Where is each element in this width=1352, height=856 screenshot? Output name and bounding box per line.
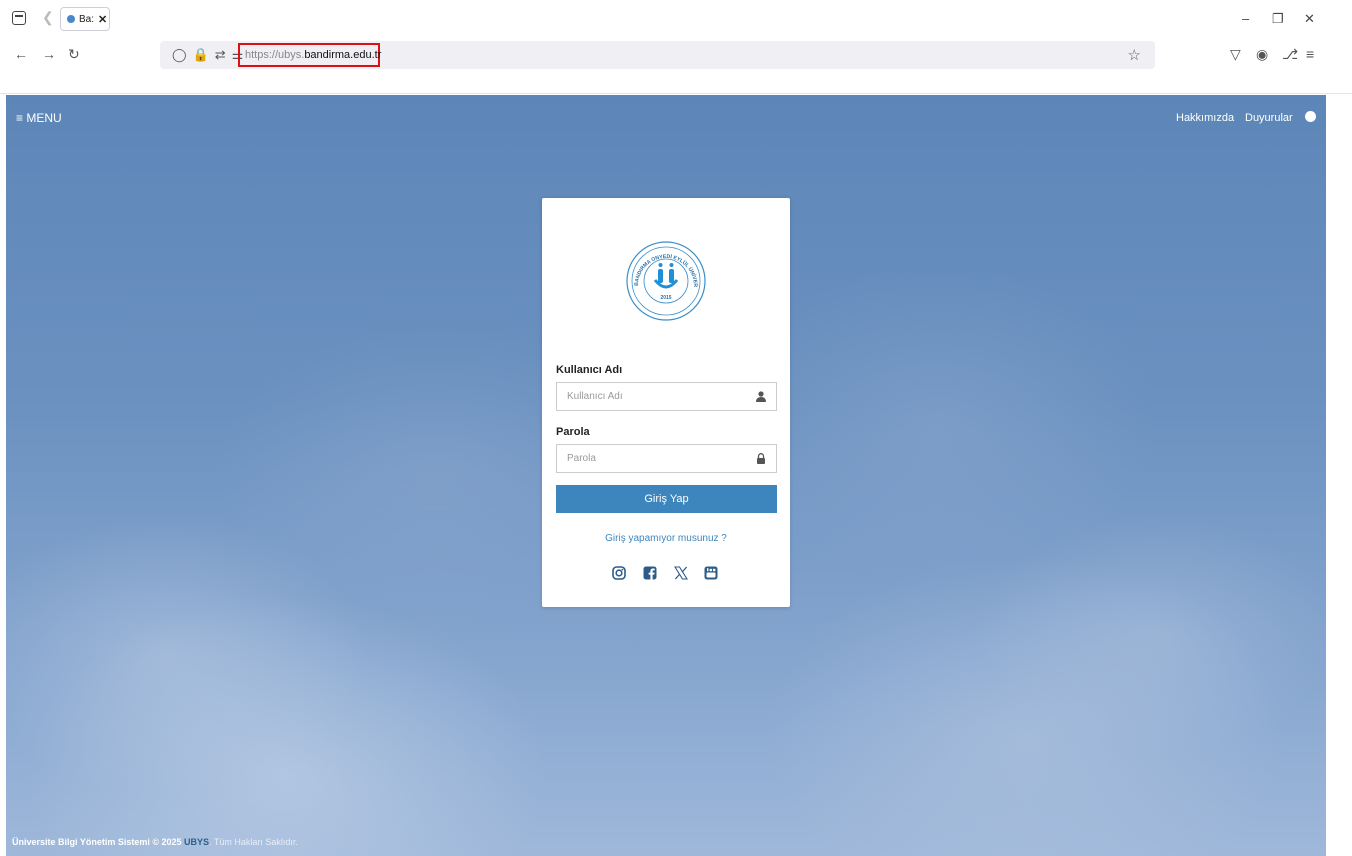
username-input[interactable] [557, 383, 776, 410]
login-button[interactable]: Giriş Yap [556, 485, 777, 513]
facebook-icon[interactable] [643, 566, 657, 580]
reload-icon[interactable]: ↻ [68, 46, 80, 63]
hamburger-icon: ≡ [16, 111, 24, 125]
app-menu-icon[interactable]: ≡ [1306, 46, 1314, 62]
back-icon[interactable]: ← [14, 46, 28, 62]
university-logo: BANDIRMA ONYEDİ EYLÜL ÜNİVERSİTESİ 2015 [624, 236, 706, 321]
x-icon[interactable] [674, 566, 688, 580]
username-label: Kullanıcı Adı [556, 364, 623, 376]
extensions-icon[interactable]: ⎇ [1282, 46, 1298, 63]
footer-brand: UBYS [184, 837, 210, 847]
logo-year: 2015 [660, 295, 671, 301]
forward-icon[interactable]: → [42, 46, 56, 62]
tab-title: Ba: [79, 13, 95, 25]
page-background: ≡ MENU Hakkımızda Duyurular BANDIRMA ONY… [6, 95, 1326, 856]
favicon-icon [67, 15, 75, 23]
bookmark-star-icon[interactable]: ☆ [1128, 46, 1141, 64]
footer-copyright: Üniversite Bilgi Yönetim Sistemi © 2025 [12, 837, 182, 847]
password-input[interactable] [557, 445, 776, 472]
globe-icon[interactable] [1305, 111, 1316, 122]
browser-tab-bar: ❮ Ba: ✕ – ❐ ✕ [0, 0, 1352, 38]
cant-login-link[interactable]: Giriş yapamıyor musunuz ? [542, 533, 790, 544]
restore-icon[interactable]: ❐ [1272, 11, 1284, 27]
address-bar[interactable]: ◯🔒⇄⚌ https://ubys. bandirma.edu.tr ☆ [160, 41, 1155, 69]
login-card: BANDIRMA ONYEDİ EYLÜL ÜNİVERSİTESİ 2015 … [542, 198, 790, 607]
page-right-margin [1326, 95, 1352, 856]
toolbar-spacer [0, 72, 1352, 94]
url-host: bandirma.edu.tr [304, 49, 382, 61]
menu-label: MENU [26, 111, 62, 125]
browser-nav-bar: ← → ↻ ◯🔒⇄⚌ https://ubys. bandirma.edu.tr … [0, 38, 1352, 72]
tab-scroll-back-icon[interactable]: ❮ [42, 9, 54, 26]
tab-close-icon[interactable]: ✕ [98, 13, 107, 26]
link-about[interactable]: Hakkımızda [1176, 112, 1234, 124]
link-announcements[interactable]: Duyurular [1245, 112, 1293, 124]
window-close-icon[interactable]: ✕ [1304, 11, 1315, 27]
pocket-icon[interactable]: ▽ [1230, 46, 1241, 63]
instagram-icon[interactable] [612, 566, 626, 580]
tab-list-icon[interactable] [12, 11, 26, 25]
user-icon [756, 391, 766, 402]
top-menu: ≡ MENU Hakkımızda Duyurular [6, 95, 1326, 141]
browser-tab[interactable]: Ba: ✕ [60, 7, 110, 31]
footer-rights: . Tüm Hakları Saklıdır. [209, 837, 298, 847]
password-field[interactable] [556, 444, 777, 473]
footer-text: Üniversite Bilgi Yönetim Sistemi © 2025 … [12, 837, 298, 847]
youtube-icon[interactable] [704, 566, 718, 580]
account-icon[interactable]: ◉ [1256, 46, 1268, 63]
minimize-icon[interactable]: – [1242, 11, 1249, 26]
menu-button[interactable]: ≡ MENU [16, 111, 62, 125]
url-highlight-box[interactable]: https://ubys. bandirma.edu.tr [238, 43, 382, 67]
password-label: Parola [556, 426, 590, 438]
username-field[interactable] [556, 382, 777, 411]
lock-icon [757, 453, 765, 464]
url-protocol: https://ubys. [245, 49, 305, 61]
